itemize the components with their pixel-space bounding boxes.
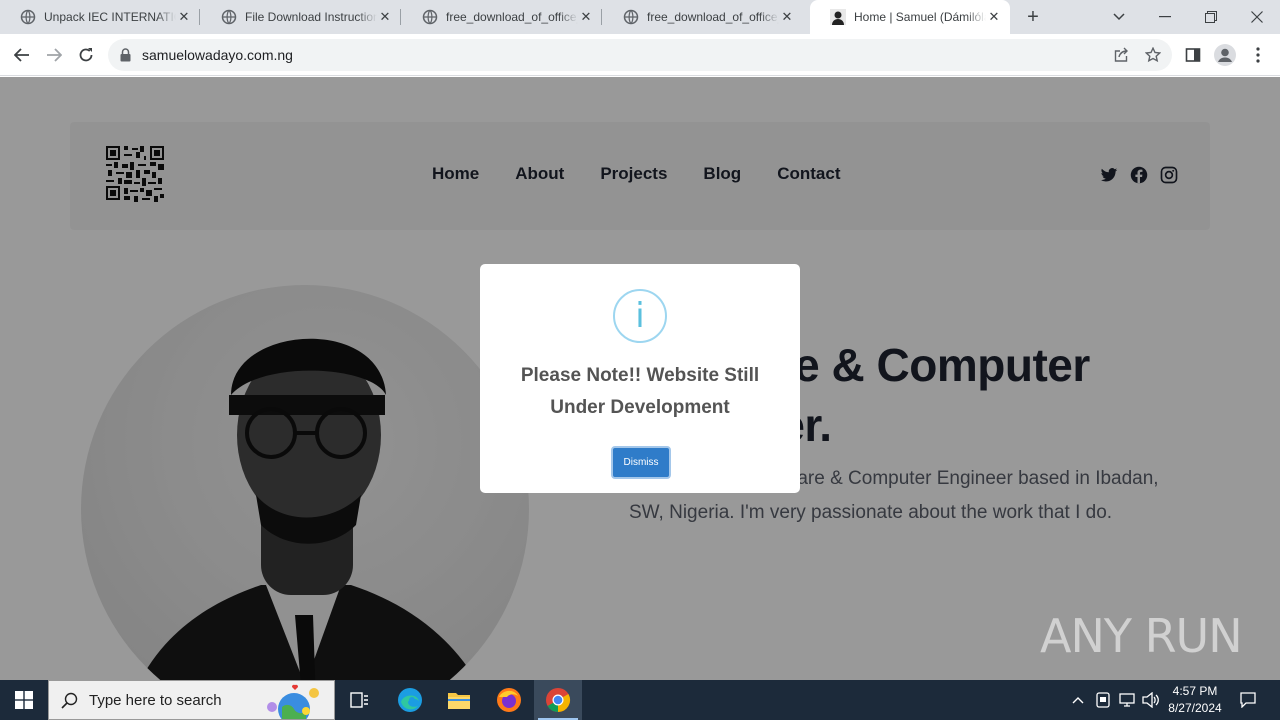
search-icon bbox=[61, 692, 78, 714]
chevron-up-icon[interactable] bbox=[1072, 692, 1084, 707]
profile-avatar-icon[interactable] bbox=[1212, 42, 1238, 68]
lock-icon[interactable] bbox=[120, 48, 131, 67]
network-icon[interactable] bbox=[1118, 692, 1136, 711]
notifications-icon[interactable] bbox=[1240, 692, 1256, 711]
close-tab-icon[interactable]: ✕ bbox=[986, 9, 1002, 25]
web-page: Home About Projects Blog Contact Softwar… bbox=[0, 77, 1280, 680]
restore-icon[interactable] bbox=[1188, 0, 1234, 34]
weather-globe-icon[interactable] bbox=[264, 683, 330, 720]
address-bar[interactable]: samuelowadayo.com.ng bbox=[108, 39, 1172, 71]
tab-divider bbox=[601, 9, 602, 25]
system-clock[interactable]: 4:57 PM 8/27/2024 bbox=[1160, 683, 1230, 717]
windows-start-icon[interactable] bbox=[0, 680, 48, 720]
tab-title: Unpack IEC INTERNATIONAL bbox=[44, 10, 176, 24]
watermark-text: ANY RUN bbox=[1040, 609, 1243, 663]
windows-taskbar: Type here to search 4:57 PM 8/27/2024 bbox=[0, 680, 1280, 720]
bookmark-star-icon[interactable] bbox=[1144, 46, 1162, 63]
file-explorer-icon[interactable] bbox=[435, 680, 483, 720]
tab-search-chevron-icon[interactable] bbox=[1096, 0, 1142, 34]
anyrun-watermark: ANY RUN bbox=[1040, 609, 1243, 663]
taskbar-search-box[interactable]: Type here to search bbox=[48, 680, 335, 720]
tab-title: File Download Instructions bbox=[245, 10, 377, 24]
url-text[interactable]: samuelowadayo.com.ng bbox=[142, 47, 293, 63]
alert-message: Please Note!! Website Still Under Develo… bbox=[520, 365, 760, 418]
browser-tab[interactable]: File Download Instructions ✕ bbox=[201, 0, 401, 34]
alert-dialog: i Please Note!! Website Still Under Deve… bbox=[480, 264, 800, 493]
browser-toolbar: samuelowadayo.com.ng bbox=[0, 34, 1280, 76]
close-window-icon[interactable] bbox=[1234, 0, 1280, 34]
reload-icon[interactable] bbox=[73, 42, 99, 68]
tab-divider bbox=[400, 9, 401, 25]
tab-divider bbox=[199, 9, 200, 25]
tab-title: Home | Samuel (Dámilólá) bbox=[854, 10, 986, 24]
volume-icon[interactable] bbox=[1142, 691, 1160, 711]
side-panel-icon[interactable] bbox=[1180, 42, 1206, 68]
edge-browser-icon[interactable] bbox=[386, 680, 434, 720]
tab-title: free_download_of_office_2 bbox=[647, 10, 779, 24]
close-tab-icon[interactable]: ✕ bbox=[377, 9, 393, 25]
kebab-menu-icon[interactable] bbox=[1245, 42, 1271, 68]
forward-arrow-icon[interactable] bbox=[41, 42, 67, 68]
back-arrow-icon[interactable] bbox=[9, 42, 35, 68]
share-icon[interactable] bbox=[1113, 47, 1129, 63]
new-tab-button[interactable]: + bbox=[1020, 5, 1046, 29]
firefox-icon[interactable] bbox=[485, 680, 533, 720]
browser-tab-strip: Unpack IEC INTERNATIONAL ✕ File Download… bbox=[0, 0, 1280, 34]
close-tab-icon[interactable]: ✕ bbox=[578, 9, 594, 25]
tab-title: free_download_of_office_2 bbox=[446, 10, 578, 24]
dismiss-button[interactable]: Dismiss bbox=[611, 446, 671, 479]
browser-tab-active[interactable]: Home | Samuel (Dámilólá) ✕ bbox=[810, 0, 1010, 34]
clock-time: 4:57 PM bbox=[1172, 684, 1218, 698]
close-tab-icon[interactable]: ✕ bbox=[176, 9, 192, 25]
profile-photo-icon bbox=[830, 9, 846, 25]
browser-tab[interactable]: free_download_of_office_2 ✕ bbox=[402, 0, 602, 34]
clock-date: 8/27/2024 bbox=[1168, 701, 1222, 715]
globe-icon bbox=[623, 9, 639, 25]
browser-tab[interactable]: Unpack IEC INTERNATIONAL ✕ bbox=[0, 0, 200, 34]
globe-icon bbox=[221, 9, 237, 25]
chrome-icon[interactable] bbox=[534, 680, 582, 720]
task-view-icon[interactable] bbox=[336, 680, 384, 720]
minimize-icon[interactable] bbox=[1142, 0, 1188, 34]
browser-tab[interactable]: free_download_of_office_2 ✕ bbox=[603, 0, 803, 34]
close-tab-icon[interactable]: ✕ bbox=[779, 9, 795, 25]
info-icon: i bbox=[613, 289, 667, 343]
search-placeholder: Type here to search bbox=[89, 692, 222, 709]
globe-icon bbox=[20, 9, 36, 25]
globe-icon bbox=[422, 9, 438, 25]
meet-now-icon[interactable] bbox=[1096, 692, 1110, 711]
